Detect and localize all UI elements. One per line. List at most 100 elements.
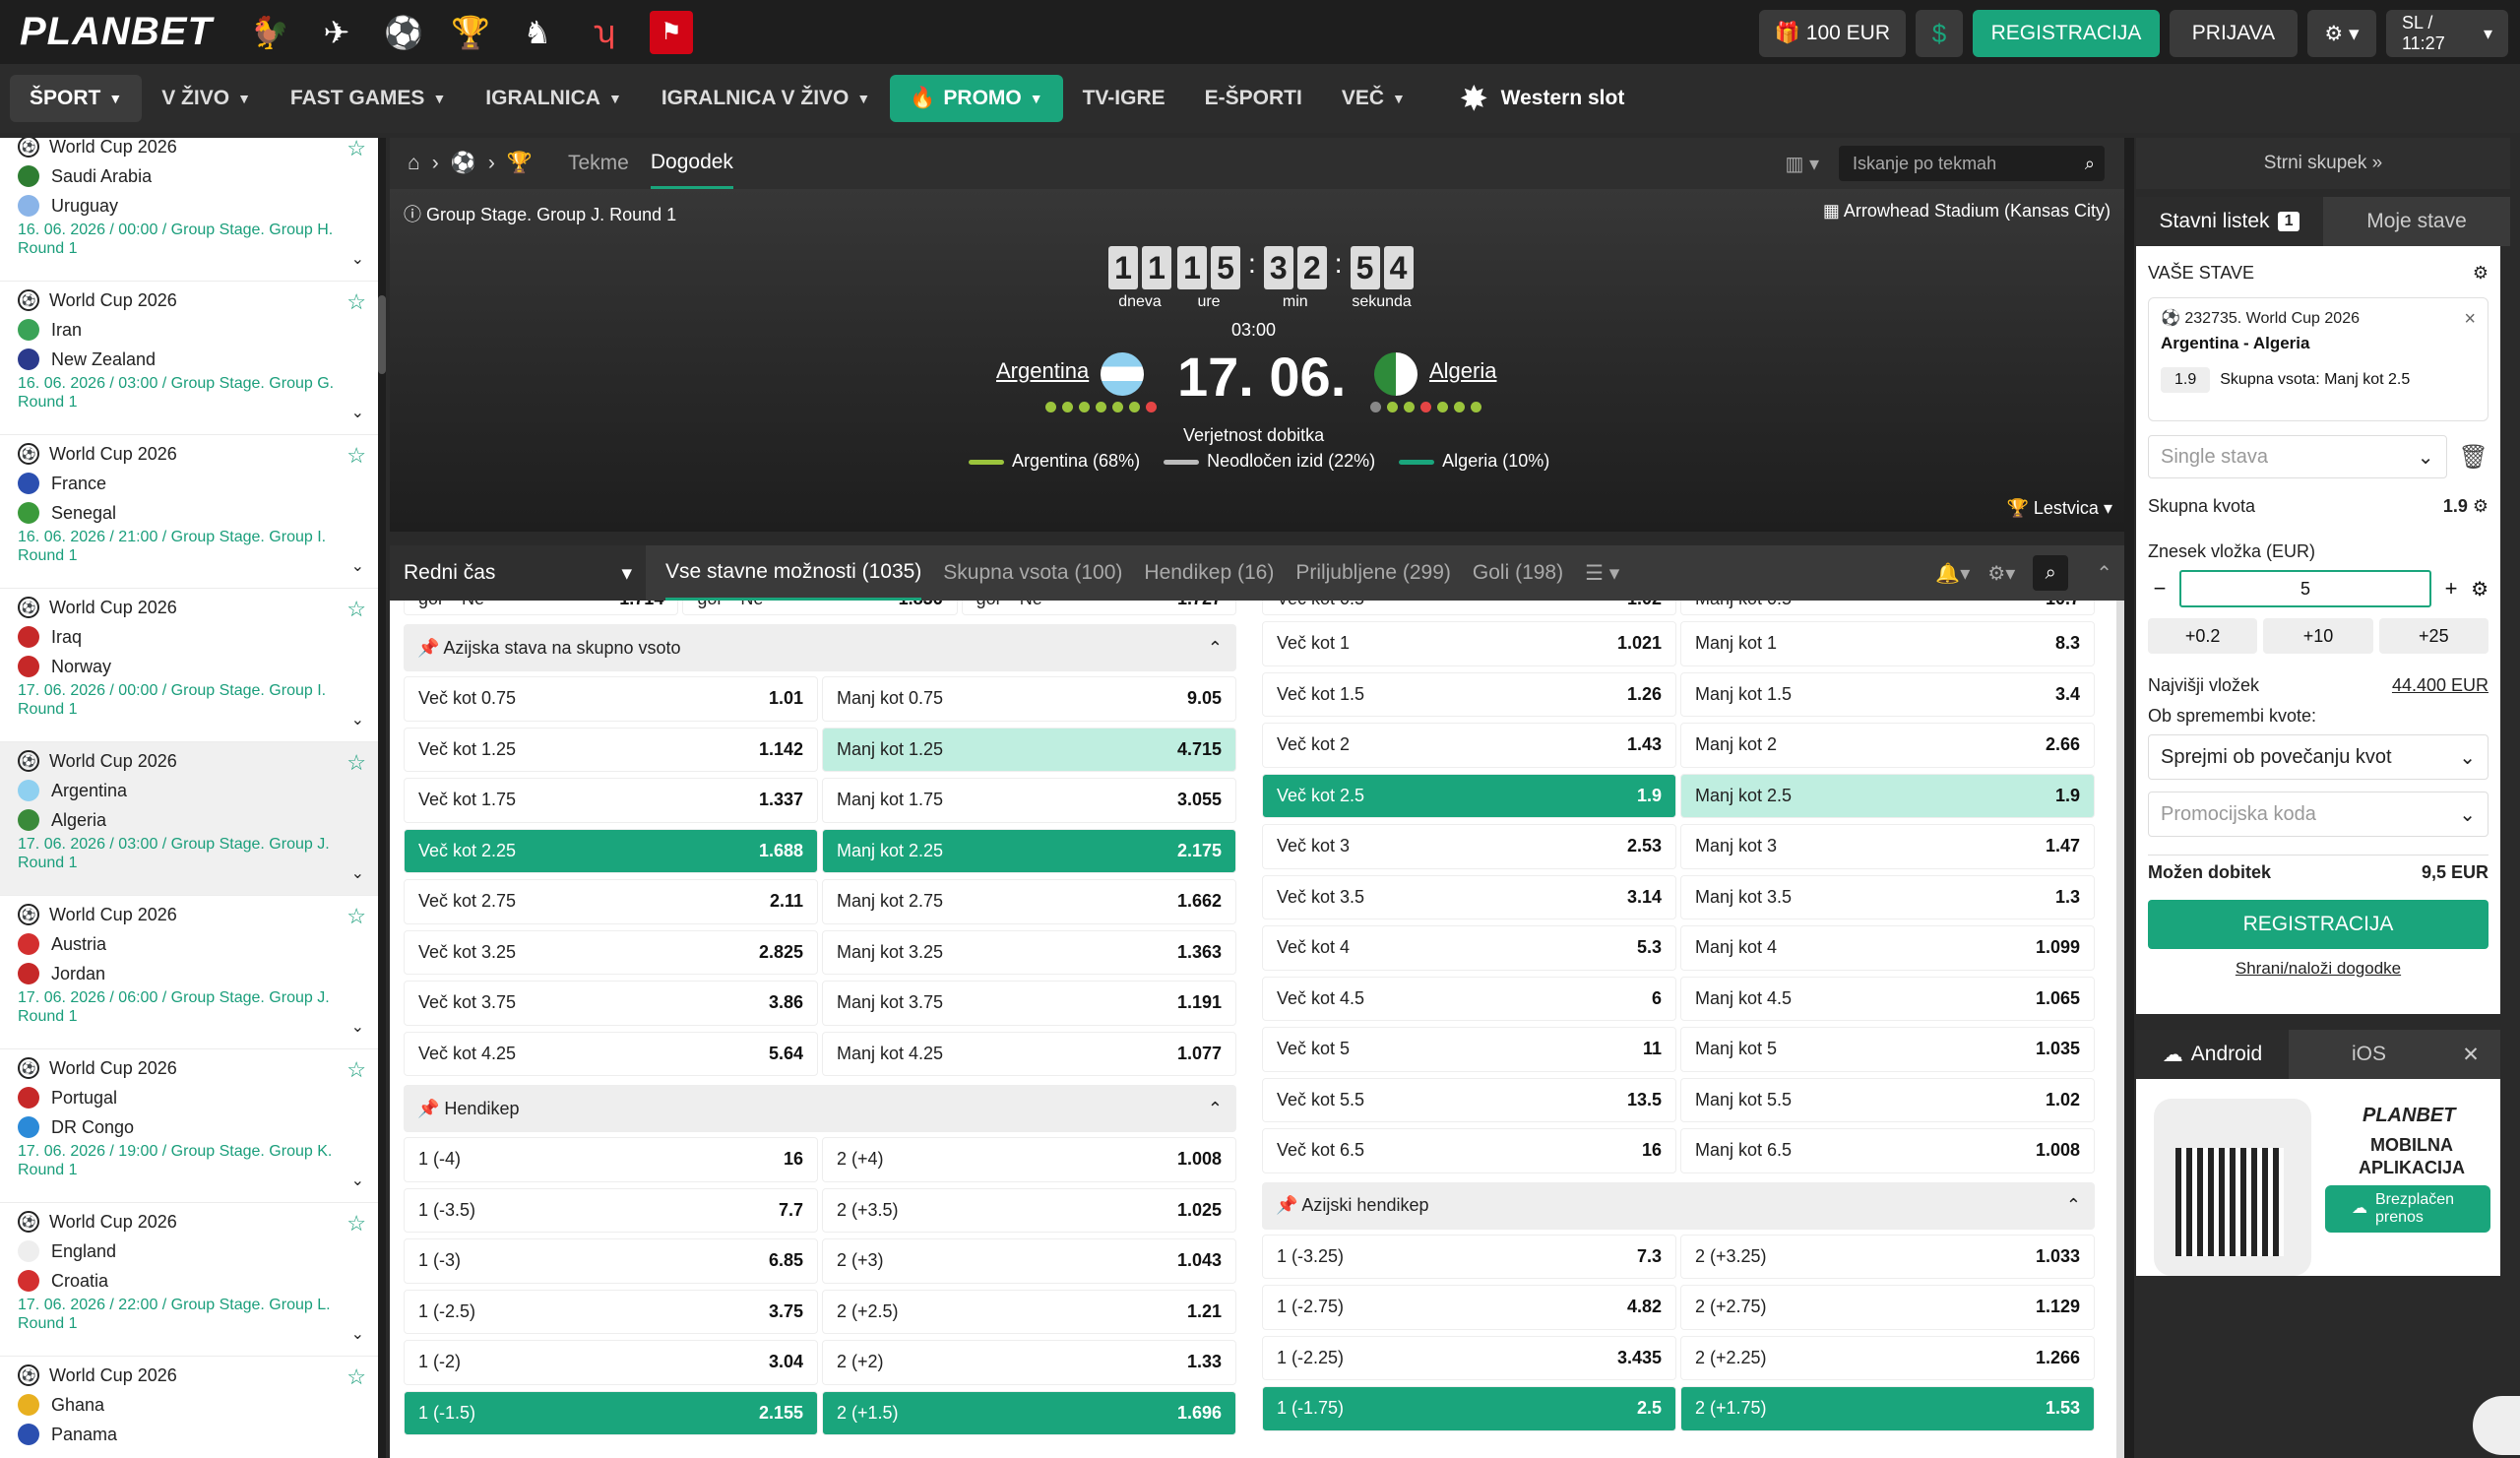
odds-cell[interactable]: Več kot 2 1.43 bbox=[1262, 723, 1676, 768]
quick-stake-button[interactable]: +0.2 bbox=[2148, 618, 2258, 654]
chevron-down-icon[interactable]: ⌄ bbox=[351, 556, 364, 576]
search-icon[interactable]: ⌕ bbox=[2085, 154, 2095, 174]
save-load-link[interactable]: Shrani/naloži dogodke bbox=[2148, 959, 2488, 979]
odds-cell[interactable]: 2 (+1.5) 1.696 bbox=[822, 1390, 1236, 1435]
odds-cell[interactable]: 2 (+2.75) 1.129 bbox=[1680, 1285, 2095, 1330]
nav-tv-games[interactable]: TV-IGRE bbox=[1063, 75, 1185, 122]
odds-cell[interactable]: Manj kot 4.5 1.065 bbox=[1680, 976, 2095, 1021]
balance-button[interactable]: 🎁 100 EUR bbox=[1758, 10, 1906, 57]
odds-cell[interactable]: 1 (-2.5) 3.75 bbox=[404, 1289, 818, 1334]
odds-cell[interactable]: Manj kot 5 1.035 bbox=[1680, 1027, 2095, 1072]
tab-android[interactable]: ☁ Android bbox=[2136, 1030, 2289, 1079]
tab-handicap[interactable]: Hendikep (16) bbox=[1144, 545, 1274, 601]
odds-cell[interactable]: Več kot 4 5.3 bbox=[1262, 925, 1676, 971]
odds-cell[interactable]: Manj kot 1.75 3.055 bbox=[822, 778, 1236, 823]
favorite-star-icon[interactable]: ☆ bbox=[346, 1211, 366, 1236]
odds-cell[interactable]: Več kot 3.25 2.825 bbox=[404, 929, 818, 975]
match-item[interactable]: ⚽ World Cup 2026 Argentina Algeria 17. 06. 2… bbox=[0, 742, 378, 896]
nav-casino[interactable]: IGRALNICA ▼ bbox=[466, 75, 642, 122]
market-group-header[interactable]: 📌 Hendikep ⌃ bbox=[404, 1085, 1236, 1132]
pin-icon[interactable]: 📌 bbox=[417, 1099, 444, 1118]
nav-more[interactable]: VEČ ▼ bbox=[1322, 75, 1425, 122]
tab-betslip[interactable]: Stavni listek 1 bbox=[2136, 197, 2323, 246]
odds-cell[interactable]: 1 (-4) 16 bbox=[404, 1137, 818, 1182]
pin-icon[interactable]: 📌 bbox=[417, 638, 443, 658]
chevron-down-icon[interactable]: ⌄ bbox=[351, 1171, 364, 1190]
odds-cell[interactable]: 1 (-1.75) 2.5 bbox=[1262, 1386, 1676, 1431]
chicken-icon[interactable]: 🐓 bbox=[248, 11, 291, 54]
list-view-icon[interactable]: ☰ ▾ bbox=[1585, 545, 1619, 601]
match-item[interactable]: ⚽ World Cup 2026 Austria Jordan 17. 06. 2026… bbox=[0, 896, 378, 1049]
odds-cell[interactable]: Manj kot 2.75 1.662 bbox=[822, 879, 1236, 924]
bell-icon[interactable]: 🔔▾ bbox=[1935, 561, 1970, 586]
search-icon[interactable]: ⌕ bbox=[2033, 555, 2069, 591]
match-list-scroll-thumb[interactable] bbox=[378, 295, 386, 374]
tab-my-bets[interactable]: Moje stave bbox=[2323, 197, 2510, 246]
odds-cell[interactable]: Manj kot 1.25 4.715 bbox=[822, 727, 1236, 772]
market-group-header[interactable]: 📌 Azijska stava na skupno vsoto ⌃ bbox=[404, 624, 1236, 671]
odds-cell[interactable]: gol – Ne 1.727 bbox=[961, 601, 1236, 615]
gear-icon[interactable]: ⚙ bbox=[2471, 577, 2488, 602]
nav-promo[interactable]: 🔥 PROMO ▼ bbox=[890, 75, 1063, 122]
login-button[interactable]: PRIJAVA bbox=[2170, 10, 2298, 57]
tab-all-markets[interactable]: Vse stavne možnosti (1035) bbox=[665, 545, 922, 601]
odds-cell[interactable]: gol – Ne 1.714 bbox=[404, 601, 679, 615]
markets-scrollbar[interactable] bbox=[2116, 601, 2124, 1458]
favorite-star-icon[interactable]: ☆ bbox=[346, 138, 366, 161]
stake-input[interactable]: 5 bbox=[2179, 570, 2432, 607]
standings-toggle[interactable]: 🏆 Lestvica ▾ bbox=[2006, 498, 2112, 519]
football-icon[interactable]: ⚽ bbox=[451, 152, 476, 175]
match-item[interactable]: ⚽ World Cup 2026 Portugal DR Congo 17. 06. 2… bbox=[0, 1049, 378, 1203]
nav-esports[interactable]: E-ŠPORTI bbox=[1185, 75, 1322, 122]
chevron-down-icon[interactable]: ⌄ bbox=[351, 1017, 364, 1037]
odds-cell[interactable]: Manj kot 1.5 3.4 bbox=[1680, 671, 2095, 717]
home-team-link[interactable]: Argentina bbox=[996, 358, 1089, 384]
nav-western-slot[interactable]: ✸ Western slot bbox=[1441, 75, 1644, 122]
odds-cell[interactable]: 1 (-2) 3.04 bbox=[404, 1340, 818, 1385]
stats-chart-icon[interactable]: ▥ ▾ bbox=[1786, 152, 1820, 176]
favorite-star-icon[interactable]: ☆ bbox=[346, 289, 366, 315]
close-app-promo[interactable]: ✕ bbox=[2441, 1030, 2500, 1079]
chevron-down-icon[interactable]: ⌄ bbox=[351, 863, 364, 883]
nav-live[interactable]: V ŽIVO ▼ bbox=[142, 75, 271, 122]
tab-event[interactable]: Dogodek bbox=[650, 138, 733, 189]
odds-cell[interactable]: Manj kot 0.75 9.05 bbox=[822, 676, 1236, 722]
chevron-down-icon[interactable]: ⌄ bbox=[351, 1324, 364, 1344]
favorite-star-icon[interactable]: ☆ bbox=[346, 597, 366, 622]
plane-icon[interactable]: ✈ bbox=[315, 11, 358, 54]
odds-cell[interactable]: Manj kot 4.25 1.077 bbox=[822, 1031, 1236, 1076]
match-item[interactable]: ⚽ World Cup 2026 Iran New Zealand 16. 06. 20… bbox=[0, 282, 378, 435]
max-stake-value[interactable]: 44.400 EUR bbox=[2392, 675, 2488, 696]
quick-stake-button[interactable]: +25 bbox=[2378, 618, 2488, 654]
bundesliga-icon[interactable]: ⚑ bbox=[649, 10, 693, 54]
tab-ios[interactable]: iOS bbox=[2289, 1030, 2441, 1079]
odds-cell[interactable]: Manj kot 4 1.099 bbox=[1680, 925, 2095, 971]
odds-cell[interactable]: Več kot 1.25 1.142 bbox=[404, 727, 818, 772]
chevron-down-icon[interactable]: ⌄ bbox=[351, 249, 364, 269]
period-select[interactable]: Redni čas ▾ bbox=[390, 545, 646, 601]
tab-matches[interactable]: Tekme bbox=[568, 138, 629, 189]
betslip-register-button[interactable]: REGISTRACIJA bbox=[2148, 900, 2488, 949]
laliga-icon[interactable]: ʮ bbox=[583, 11, 626, 54]
odds-cell[interactable]: 1 (-2.75) 4.82 bbox=[1262, 1285, 1676, 1330]
quick-stake-button[interactable]: +10 bbox=[2263, 618, 2373, 654]
tab-favorites[interactable]: Priljubljene (299) bbox=[1295, 545, 1451, 601]
match-item[interactable]: ⚽ World Cup 2026 Saudi Arabia Uruguay 16. 06… bbox=[0, 138, 378, 282]
odds-cell[interactable]: Manj kot 2.5 1.9 bbox=[1680, 773, 2095, 818]
bet-type-select[interactable]: Single stava ⌄ bbox=[2148, 435, 2447, 478]
gear-icon[interactable]: ⚙▾ bbox=[1987, 561, 2015, 586]
deposit-button[interactable]: $ bbox=[1916, 10, 1963, 57]
odds-cell[interactable]: 2 (+4) 1.008 bbox=[822, 1137, 1236, 1182]
home-icon[interactable]: ⌂ bbox=[408, 152, 420, 175]
match-search-input[interactable]: Iskanje po tekmah ⌕ bbox=[1839, 146, 2105, 181]
odds-cell[interactable]: Več kot 3 2.53 bbox=[1262, 824, 1676, 869]
away-team-link[interactable]: Algeria bbox=[1429, 358, 1496, 384]
odds-cell[interactable]: Več kot 3.75 3.86 bbox=[404, 981, 818, 1026]
odds-cell[interactable]: Manj kot 2.25 2.175 bbox=[822, 828, 1236, 873]
minus-icon[interactable]: − bbox=[2148, 576, 2172, 602]
favorite-star-icon[interactable]: ☆ bbox=[346, 1057, 366, 1083]
nav-fast-games[interactable]: FAST GAMES ▼ bbox=[271, 75, 466, 122]
odds-cell[interactable]: 2 (+2.25) 1.266 bbox=[1680, 1335, 2095, 1380]
promo-code-select[interactable]: Promocijska koda ⌄ bbox=[2148, 792, 2488, 837]
tab-total[interactable]: Skupna vsota (100) bbox=[943, 545, 1122, 601]
